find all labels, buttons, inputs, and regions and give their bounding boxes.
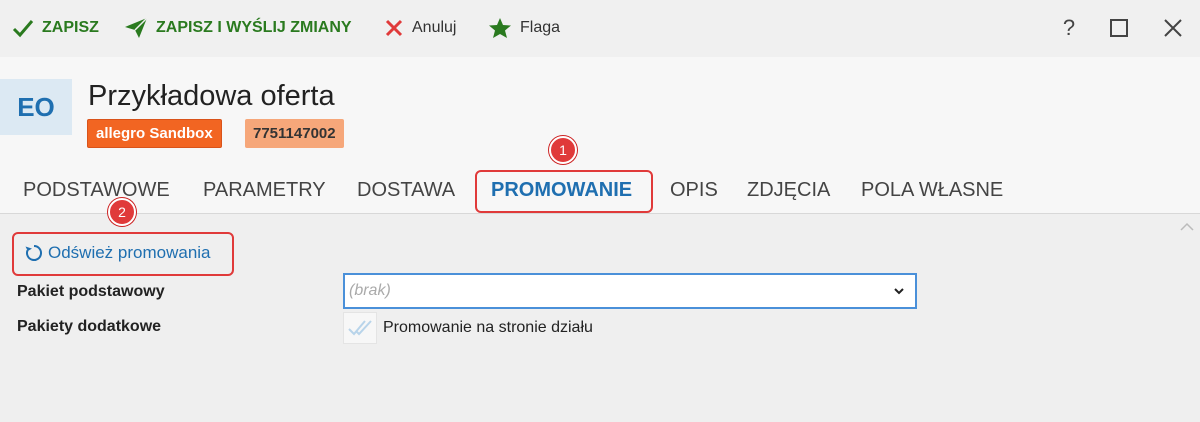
save-and-send-label: ZAPISZ I WYŚLIJ ZMIANY — [156, 19, 352, 36]
save-button[interactable]: ZAPISZ — [12, 14, 99, 42]
save-and-send-button[interactable]: ZAPISZ I WYŚLIJ ZMIANY — [124, 14, 352, 42]
basic-package-select[interactable]: (brak) — [343, 273, 917, 309]
page-title: Przykładowa oferta — [88, 80, 335, 112]
tab-podstawowe[interactable]: PODSTAWOWE — [23, 179, 170, 202]
check-icon — [12, 20, 34, 38]
refresh-promotions-label: Odśwież promowania — [48, 243, 211, 262]
source-badge: allegro Sandbox — [87, 119, 222, 148]
tab-pola-wlasne[interactable]: POLA WŁASNE — [861, 179, 1003, 202]
star-icon — [489, 18, 511, 38]
step-marker-1: 1 — [549, 136, 577, 164]
offer-id-badge: 7751147002 — [245, 119, 344, 148]
tab-opis[interactable]: OPIS — [670, 179, 718, 202]
close-icon — [1164, 19, 1182, 37]
avatar: EO — [0, 79, 72, 135]
chevron-up-icon — [1180, 222, 1194, 231]
help-icon: ? — [1062, 15, 1076, 40]
toolbar: ZAPISZ ZAPISZ I WYŚLIJ ZMIANY Anuluj Fla… — [0, 0, 1200, 57]
refresh-promotions-button[interactable]: Odśwież promowania — [24, 243, 211, 263]
extra-package-checkbox[interactable] — [343, 312, 377, 344]
extra-packages-label: Pakiety dodatkowe — [17, 318, 162, 335]
tab-zdjecia[interactable]: ZDJĘCIA — [747, 179, 830, 202]
maximize-button[interactable] — [1105, 14, 1133, 42]
cancel-label: Anuluj — [412, 19, 457, 36]
save-label: ZAPISZ — [42, 19, 99, 36]
extra-package-label: Promowanie na stronie działu — [383, 319, 593, 336]
double-check-icon — [348, 320, 372, 336]
flag-label: Flaga — [520, 19, 561, 36]
basic-package-placeholder: (brak) — [349, 282, 391, 299]
offer-header: EO Przykładowa oferta allegro Sandbox 77… — [0, 57, 1200, 169]
cancel-button[interactable]: Anuluj — [384, 14, 456, 42]
close-window-button[interactable] — [1159, 14, 1187, 42]
basic-package-label: Pakiet podstawowy — [17, 283, 165, 300]
step-marker-2: 2 — [108, 198, 136, 226]
scroll-up-button[interactable] — [1180, 219, 1194, 237]
chevron-down-icon — [894, 288, 904, 295]
tab-highlight-frame — [475, 170, 653, 213]
extra-package-option[interactable]: Promowanie na stronie działu — [343, 312, 593, 344]
help-button[interactable]: ? — [1055, 14, 1083, 42]
flag-button[interactable]: Flaga — [488, 14, 560, 42]
send-icon — [125, 17, 148, 38]
tab-parametry[interactable]: PARAMETRY — [203, 179, 326, 202]
tab-dostawa[interactable]: DOSTAWA — [357, 179, 455, 202]
maximize-icon — [1110, 19, 1128, 37]
close-x-icon — [385, 19, 403, 37]
refresh-icon — [25, 245, 42, 261]
